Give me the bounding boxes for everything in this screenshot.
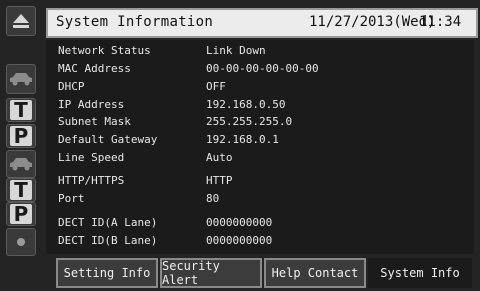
info-label: Default Gateway	[58, 133, 158, 146]
info-label: MAC Address	[58, 62, 131, 75]
t-icon: T	[10, 100, 32, 120]
info-value: Auto	[206, 151, 233, 164]
tab-system-info[interactable]: System Info	[368, 258, 472, 288]
lane-p-button-2[interactable]: P	[6, 202, 36, 226]
info-label: IP Address	[58, 98, 125, 111]
lane-t-button-2[interactable]: T	[6, 178, 36, 202]
info-label: Port	[58, 192, 85, 205]
tab-security-alert[interactable]: Security Alert	[160, 258, 262, 288]
info-value: 0000000000	[206, 234, 273, 247]
car-icon	[10, 73, 32, 86]
info-label: Network Status	[58, 44, 151, 57]
bottom-tab-bar: Setting Info Security Alert Help Contact…	[46, 258, 474, 288]
info-label: Subnet Mask	[58, 115, 131, 128]
p-icon: P	[10, 204, 32, 224]
eject-button[interactable]	[6, 6, 36, 36]
info-label: Line Speed	[58, 151, 125, 164]
time-display: 11:34	[419, 14, 462, 30]
date-display: 11/27/2013(Wed)	[309, 14, 436, 30]
info-value: 192.168.0.1	[206, 133, 279, 146]
info-label: DECT ID(A Lane)	[58, 216, 158, 229]
tab-help-contact[interactable]: Help Contact	[264, 258, 366, 288]
header-bar: System Information 11/27/2013(Wed) 11:34	[46, 8, 478, 38]
info-value: 00-00-00-00-00-00	[206, 62, 319, 75]
tab-setting-info[interactable]: Setting Info	[56, 258, 158, 288]
device-screen: T P T P System Information 11/27/2013(We…	[0, 0, 480, 291]
lane-t-button-1[interactable]: T	[6, 98, 36, 122]
info-value: OFF	[206, 80, 226, 93]
system-info-panel: Network Status Link Down MAC Address 00-…	[46, 40, 474, 254]
info-label: HTTP/HTTPS	[58, 174, 125, 187]
dot-icon	[17, 238, 25, 246]
p-icon: P	[10, 126, 32, 146]
vehicle-button-1[interactable]	[6, 64, 36, 94]
car-icon	[10, 158, 32, 171]
eject-icon	[13, 14, 29, 28]
left-icon-rail: T P T P	[6, 6, 36, 258]
info-value: Link Down	[206, 44, 266, 57]
info-value: 192.168.0.50	[206, 98, 286, 111]
page-title: System Information	[56, 14, 214, 30]
info-value: HTTP	[206, 174, 233, 187]
info-value: 0000000000	[206, 216, 273, 229]
vehicle-button-2[interactable]	[6, 150, 36, 178]
status-dot-button[interactable]	[6, 228, 36, 256]
t-icon: T	[10, 180, 32, 200]
info-label: DHCP	[58, 80, 85, 93]
info-label: DECT ID(B Lane)	[58, 234, 158, 247]
info-value: 80	[206, 192, 220, 205]
info-value: 255.255.255.0	[206, 115, 293, 128]
lane-p-button-1[interactable]: P	[6, 124, 36, 148]
